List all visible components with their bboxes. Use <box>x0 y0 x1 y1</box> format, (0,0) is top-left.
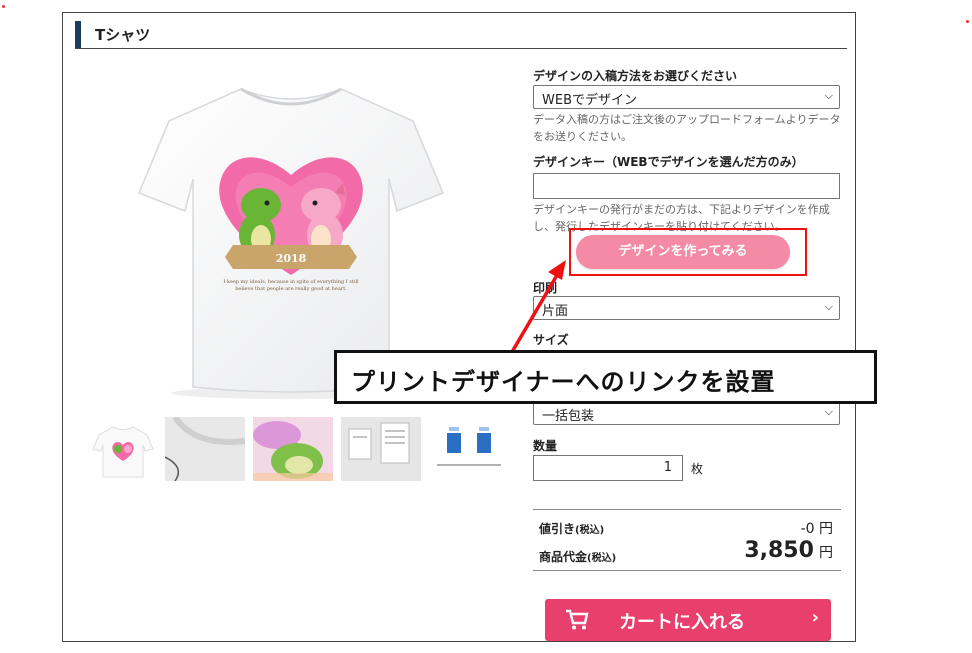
price-tax-note: (税込) <box>587 553 617 564</box>
discount-tax-note: (税込) <box>575 525 605 536</box>
annotation-callout: プリントデザイナーへのリンクを設置 <box>334 350 877 404</box>
thumbnail-front[interactable] <box>83 417 163 481</box>
thumbnail-label[interactable] <box>341 417 421 481</box>
highlight-box <box>569 228 807 276</box>
shirt-year: 2018 <box>276 252 307 265</box>
chevron-down-icon: ⌵ <box>824 300 833 313</box>
section-header: Tシャツ <box>75 21 847 49</box>
thumbnail-print-closeup[interactable] <box>253 417 333 481</box>
packaging-select[interactable]: 一括包装 ⌵ <box>533 401 840 425</box>
design-key-input[interactable] <box>533 173 840 199</box>
thumbnail-size-chart[interactable] <box>429 417 509 481</box>
cart-icon <box>565 609 589 635</box>
price-label-text: 商品代金 <box>539 550 588 564</box>
price-unit: 円 <box>819 545 833 561</box>
chevron-down-icon: ⌵ <box>824 405 833 418</box>
design-key-label: デザインキー（WEBでデザインを選んだ方のみ） <box>533 155 804 169</box>
add-to-cart-button[interactable]: カートに入れる › <box>545 599 831 641</box>
input-method-help: データ入稿の方はご注文後のアップロードフォームよりデータをお送りください。 <box>533 113 841 143</box>
annotation-text: プリントデザイナーへのリンクを設置 <box>351 368 776 396</box>
shirt-caption-2: believe that people are really good at h… <box>235 286 347 292</box>
corner-dot-left <box>2 5 5 8</box>
shirt-caption-1: I keep my ideals, because in spite of ev… <box>223 279 359 285</box>
annotation-arrow <box>510 260 566 353</box>
section-title: Tシャツ <box>95 26 151 44</box>
add-to-cart-label: カートに入れる <box>619 612 745 633</box>
discount-unit: 円 <box>819 521 833 537</box>
price-summary: 値引き(税込) -0 円 商品代金(税込) 3,850 円 <box>533 509 841 571</box>
packaging-value: 一括包装 <box>542 409 595 424</box>
price-amount: 3,850 円 <box>744 538 833 563</box>
price-label: 商品代金(税込) <box>539 548 616 565</box>
price-value: 3,850 <box>744 538 814 563</box>
discount-label-text: 値引き <box>539 522 576 536</box>
input-method-label: デザインの入稿方法をお選びください <box>533 69 738 83</box>
discount-label: 値引き(税込) <box>539 520 604 537</box>
chevron-right-icon: › <box>811 607 819 628</box>
quantity-label: 数量 <box>533 439 558 453</box>
quantity-unit: 枚 <box>691 462 704 476</box>
corner-dot-right <box>966 20 969 23</box>
discount-value: -0 <box>800 521 815 537</box>
quantity-input[interactable]: 1 <box>533 455 683 481</box>
input-method-select[interactable]: WEBでデザイン ⌵ <box>533 85 840 109</box>
chevron-down-icon: ⌵ <box>824 89 833 102</box>
input-method-value: WEBでデザイン <box>542 93 637 108</box>
thumbnail-collar[interactable] <box>165 417 245 481</box>
product-panel: Tシャツ 2018 I keep my ideals, because in s… <box>62 12 856 642</box>
discount-amount: -0 円 <box>801 518 833 538</box>
title-accent-bar <box>75 21 81 48</box>
